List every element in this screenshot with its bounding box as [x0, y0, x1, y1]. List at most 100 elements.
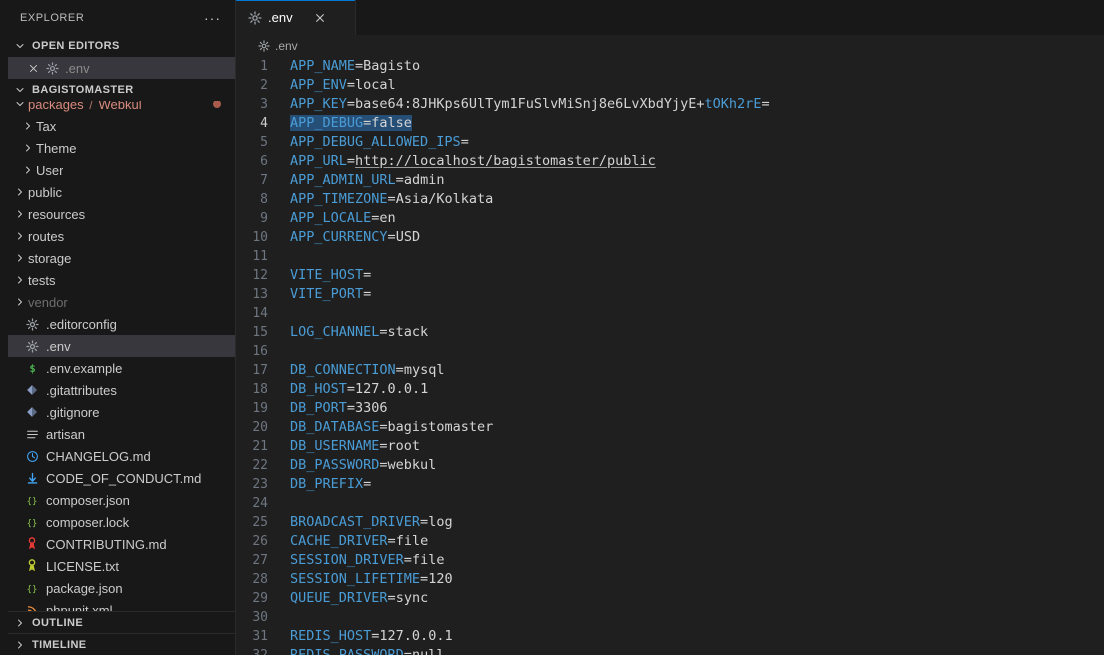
code-line[interactable]: 5 APP_DEBUG_ALLOWED_IPS=	[236, 133, 1104, 152]
chevron-right-icon	[12, 274, 28, 286]
line-number: 15	[252, 325, 268, 340]
code-line[interactable]: 8 APP_TIMEZONE=Asia/Kolkata	[236, 190, 1104, 209]
code-line[interactable]: 25 BROADCAST_DRIVER=log	[236, 513, 1104, 532]
code-line[interactable]: 14	[236, 304, 1104, 323]
tab-active-indicator	[236, 0, 355, 1]
tree-item-env[interactable]: .env	[8, 335, 235, 357]
code-line[interactable]: 4 APP_DEBUG=false	[236, 114, 1104, 133]
open-editors-label: OPEN EDITORS	[32, 40, 120, 52]
timeline-header[interactable]: TIMELINE	[8, 633, 235, 655]
tree-item-gitignore[interactable]: .gitignore	[8, 401, 235, 423]
code-line[interactable]: 12 VITE_HOST=	[236, 266, 1104, 285]
tree-item-label: .env	[46, 338, 71, 354]
line-number: 7	[260, 173, 268, 188]
code-line[interactable]: 31 REDIS_HOST=127.0.0.1	[236, 627, 1104, 646]
chevron-right-icon	[12, 186, 28, 198]
code-line[interactable]: 26 CACHE_DRIVER=file	[236, 532, 1104, 551]
tree-item-changelog-md[interactable]: CHANGELOG.md	[8, 445, 235, 467]
dollar-icon: $	[24, 362, 40, 375]
tree-item-tests[interactable]: tests	[8, 269, 235, 291]
code-line[interactable]: 24	[236, 494, 1104, 513]
code-line[interactable]: 21 DB_USERNAME=root	[236, 437, 1104, 456]
tree-item-resources[interactable]: resources	[8, 203, 235, 225]
breadcrumb[interactable]: .env	[236, 35, 1104, 57]
code-editor[interactable]: 1 APP_NAME=Bagisto 2 APP_ENV=local 3 APP_KEY=…	[236, 57, 1104, 655]
tree-item-label: artisan	[46, 426, 86, 442]
tree-item-contributing-md[interactable]: CONTRIBUTING.md	[8, 533, 235, 555]
code-line[interactable]: 15 LOG_CHANNEL=stack	[236, 323, 1104, 342]
code-line[interactable]: 1 APP_NAME=Bagisto	[236, 57, 1104, 76]
code-line-text: APP_LOCALE=en	[290, 210, 396, 226]
tree-item-composer-json[interactable]: {} composer.json	[8, 489, 235, 511]
chevron-right-icon	[20, 142, 36, 154]
code-line[interactable]: 9 APP_LOCALE=en	[236, 209, 1104, 228]
code-line[interactable]: 7 APP_ADMIN_URL=admin	[236, 171, 1104, 190]
tree-item-phpunit-xml[interactable]: phpunit.xml	[8, 599, 235, 611]
line-number: 11	[252, 249, 268, 264]
code-line-text: APP_DEBUG_ALLOWED_IPS=	[290, 134, 469, 150]
tree-item-composer-lock[interactable]: {} composer.lock	[8, 511, 235, 533]
tab-label: .env	[268, 10, 293, 25]
code-line[interactable]: 13 VITE_PORT=	[236, 285, 1104, 304]
tree-item-label: .editorconfig	[46, 316, 117, 332]
code-line[interactable]: 23 DB_PREFIX=	[236, 475, 1104, 494]
code-line[interactable]: 27 SESSION_DRIVER=file	[236, 551, 1104, 570]
code-line[interactable]: 3 APP_KEY=base64:8JHKps6UlTym1FuSlvMiSnj8…	[236, 95, 1104, 114]
tree-item-storage[interactable]: storage	[8, 247, 235, 269]
tree-item-editorconfig[interactable]: .editorconfig	[8, 313, 235, 335]
code-line-text: BROADCAST_DRIVER=log	[290, 514, 453, 530]
tree-item-package-json[interactable]: {} package.json	[8, 577, 235, 599]
tree-item-code-of-conduct-md[interactable]: CODE_OF_CONDUCT.md	[8, 467, 235, 489]
explorer-sidebar: EXPLORER ··· OPEN EDITORS .env BAGISTOMA…	[8, 0, 236, 655]
line-number: 27	[252, 553, 268, 568]
open-editors-header[interactable]: OPEN EDITORS	[8, 35, 235, 57]
git-icon	[24, 406, 40, 418]
code-line[interactable]: 18 DB_HOST=127.0.0.1	[236, 380, 1104, 399]
code-line[interactable]: 20 DB_DATABASE=bagistomaster	[236, 418, 1104, 437]
tree-item-label: phpunit.xml	[46, 602, 113, 612]
tree-item-gitattributes[interactable]: .gitattributes	[8, 379, 235, 401]
tree-item-label: CONTRIBUTING.md	[46, 536, 167, 552]
tree-item-license-txt[interactable]: LICENSE.txt	[8, 555, 235, 577]
chevron-down-icon	[12, 82, 28, 98]
more-actions-icon[interactable]: ···	[204, 11, 227, 25]
code-line[interactable]: 2 APP_ENV=local	[236, 76, 1104, 95]
close-icon[interactable]	[311, 9, 329, 27]
chevron-right-icon	[20, 120, 36, 132]
tree-item-env-example[interactable]: $ .env.example	[8, 357, 235, 379]
tree-item-artisan[interactable]: artisan	[8, 423, 235, 445]
code-line[interactable]: 19 DB_PORT=3306	[236, 399, 1104, 418]
open-editor-item-env[interactable]: .env	[8, 57, 235, 79]
code-line[interactable]: 30	[236, 608, 1104, 627]
workspace-name: BAGISTOMASTER	[32, 84, 134, 96]
line-number: 12	[252, 268, 268, 283]
sidebar-bottom-sections: OUTLINE TIMELINE	[8, 611, 235, 655]
outline-header[interactable]: OUTLINE	[8, 611, 235, 633]
code-line[interactable]: 10 APP_CURRENCY=USD	[236, 228, 1104, 247]
code-line[interactable]: 11	[236, 247, 1104, 266]
line-number: 17	[252, 363, 268, 378]
workspace-folder-header[interactable]: BAGISTOMASTER	[8, 79, 235, 101]
tree-item-theme[interactable]: Theme	[8, 137, 235, 159]
tree-item-vendor[interactable]: vendor	[8, 291, 235, 313]
tree-item-packages[interactable]: packages / Webkul	[8, 101, 235, 115]
tree-item-label: vendor	[28, 294, 68, 310]
code-line[interactable]: 17 DB_CONNECTION=mysql	[236, 361, 1104, 380]
code-line[interactable]: 6 APP_URL=http://localhost/bagistomaster/…	[236, 152, 1104, 171]
tree-item-routes[interactable]: routes	[8, 225, 235, 247]
tree-item-tax[interactable]: Tax	[8, 115, 235, 137]
close-icon[interactable]	[26, 63, 40, 74]
code-line-text: QUEUE_DRIVER=sync	[290, 590, 429, 606]
tab-env[interactable]: .env	[236, 0, 356, 35]
code-line[interactable]: 16	[236, 342, 1104, 361]
code-line[interactable]: 29 QUEUE_DRIVER=sync	[236, 589, 1104, 608]
tree-item-user[interactable]: User	[8, 159, 235, 181]
code-line[interactable]: 32REDIS_PASSWORD=null	[236, 646, 1104, 655]
modified-badge-dot	[213, 101, 221, 108]
chevron-right-icon	[12, 230, 28, 242]
tree-item-label: composer.json	[46, 492, 130, 508]
chevron-right-icon	[12, 615, 28, 631]
tree-item-public[interactable]: public	[8, 181, 235, 203]
code-line[interactable]: 28 SESSION_LIFETIME=120	[236, 570, 1104, 589]
code-line[interactable]: 22 DB_PASSWORD=webkul	[236, 456, 1104, 475]
